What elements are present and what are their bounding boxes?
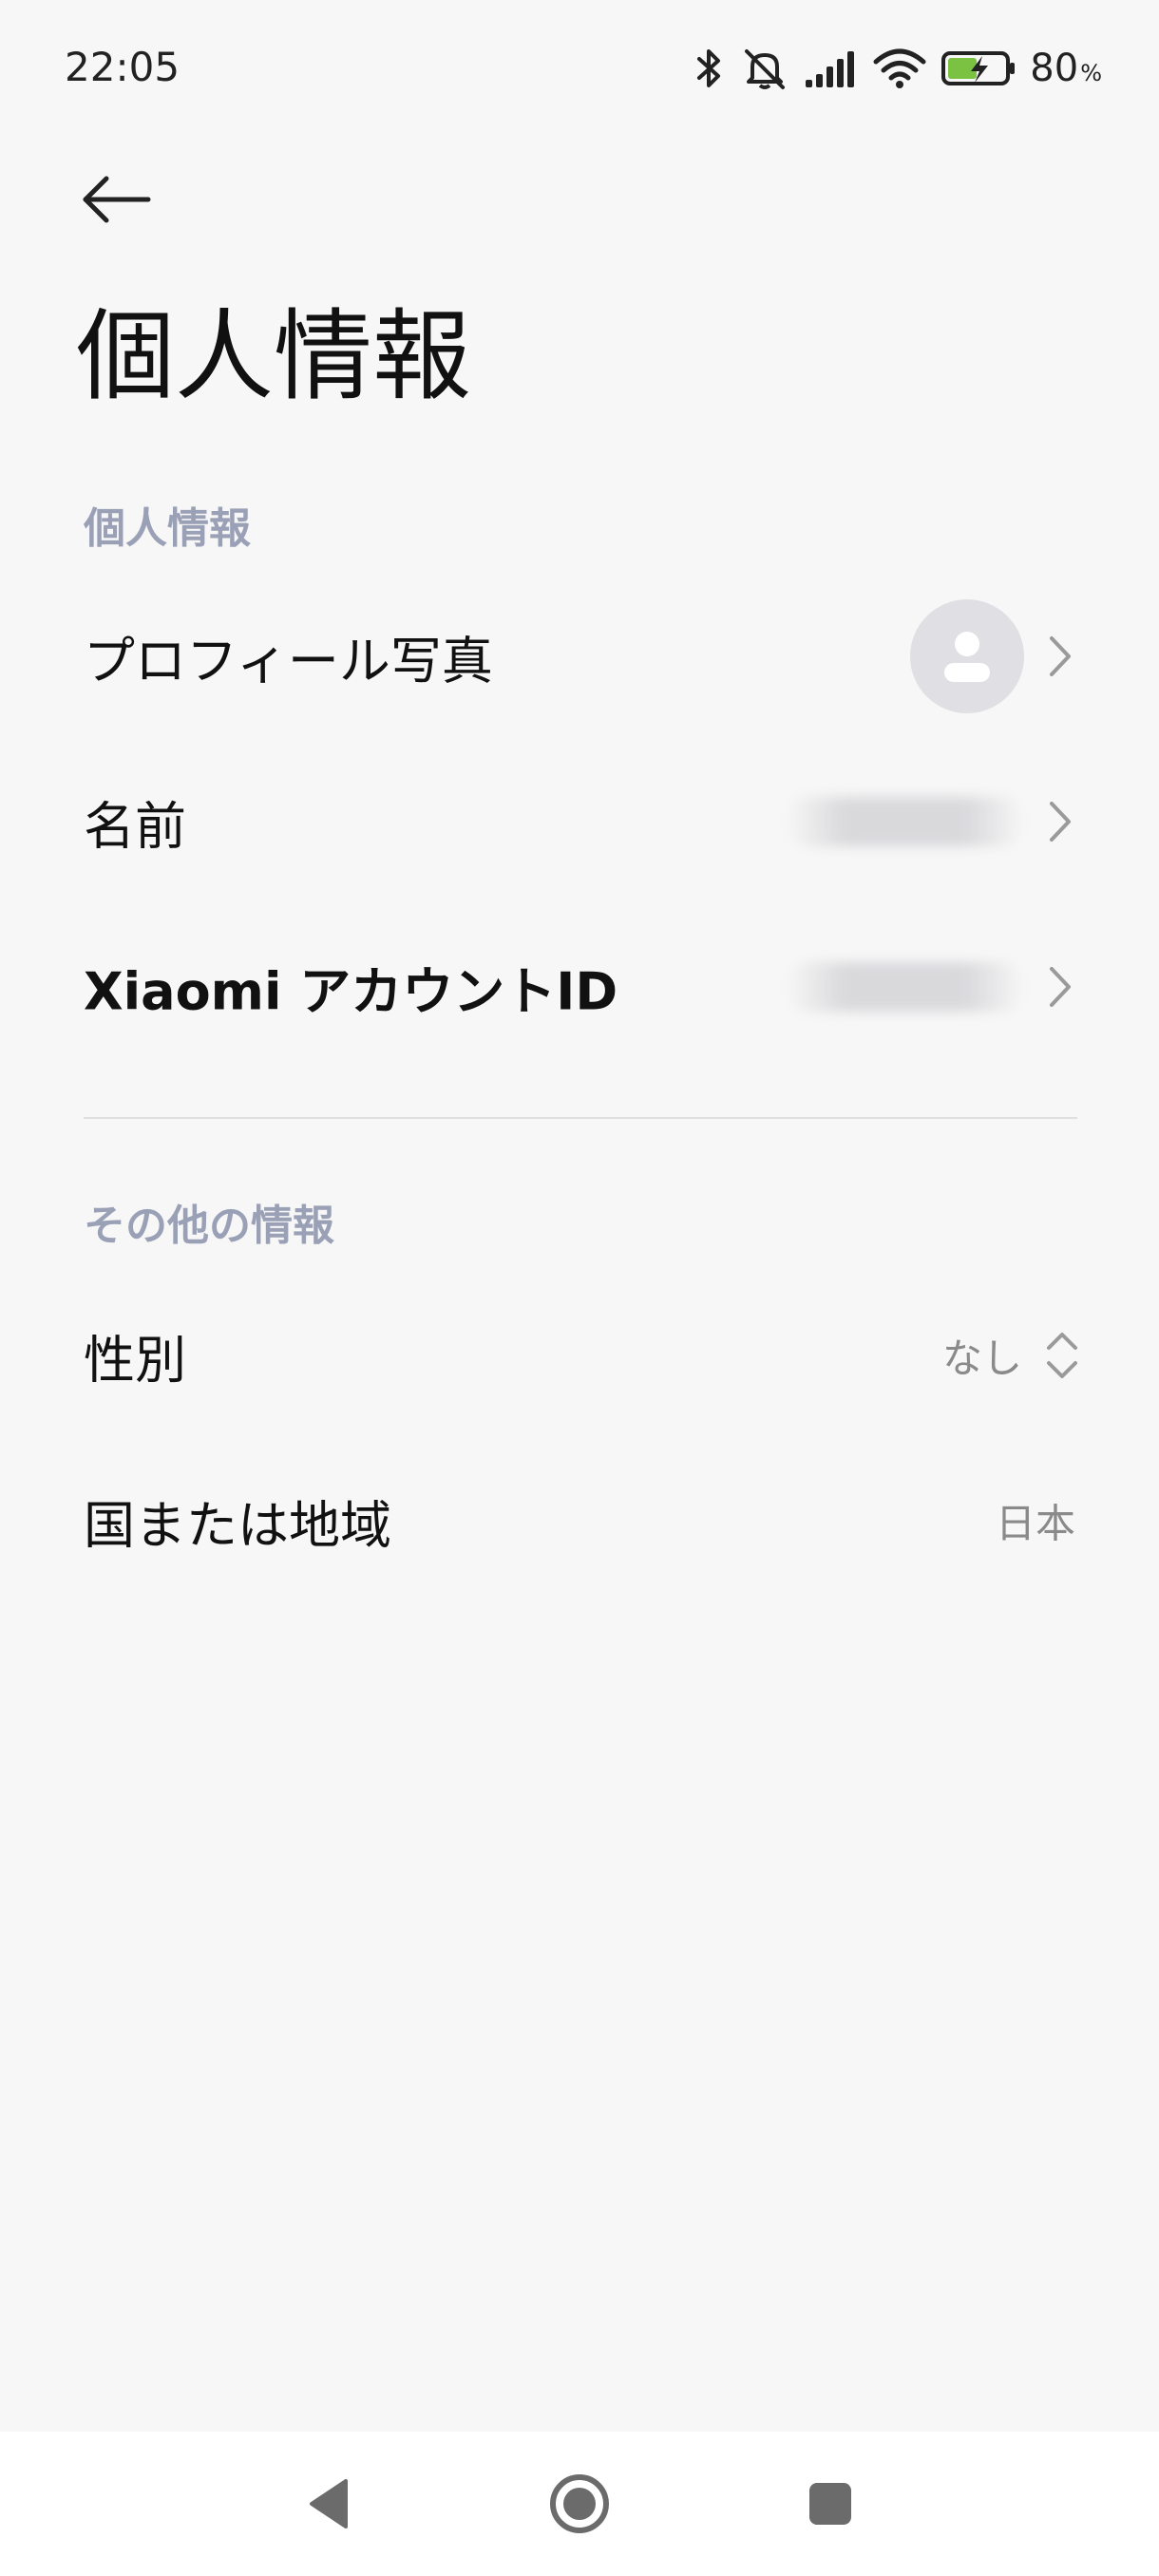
name-value-redacted bbox=[787, 797, 1024, 846]
page-title: 個人情報 bbox=[76, 298, 472, 414]
region-row[interactable]: 国または地域 日本 bbox=[0, 1438, 1159, 1603]
back-triangle-icon bbox=[310, 2479, 348, 2529]
status-icons: 80% bbox=[694, 38, 1102, 99]
navigation-bar bbox=[0, 2432, 1159, 2576]
up-down-chevron-icon bbox=[1047, 1333, 1077, 1378]
nav-recents-button[interactable] bbox=[783, 2456, 878, 2551]
muted-bell-icon bbox=[739, 46, 790, 91]
status-bar: 22:05 80 % bbox=[0, 0, 1159, 133]
nav-home-button[interactable] bbox=[532, 2456, 627, 2551]
home-circle-icon bbox=[550, 2474, 609, 2533]
profile-photo-label: プロフィール写真 bbox=[84, 631, 493, 691]
nav-back-button[interactable] bbox=[281, 2456, 376, 2551]
region-label: 国または地域 bbox=[84, 1495, 391, 1556]
region-value: 日本 bbox=[995, 1500, 1075, 1547]
gender-value: なし bbox=[941, 1335, 1022, 1382]
section-divider bbox=[84, 1117, 1077, 1119]
arrow-left-icon bbox=[83, 176, 151, 223]
chevron-right-icon bbox=[1050, 802, 1071, 842]
signal-icon bbox=[804, 47, 859, 89]
account-id-label: Xiaomi アカウントID bbox=[84, 961, 618, 1022]
avatar bbox=[910, 599, 1024, 713]
gender-row[interactable]: 性別 なし bbox=[0, 1273, 1159, 1438]
section-header-personal: 個人情報 bbox=[84, 504, 251, 553]
account-id-value-redacted bbox=[787, 962, 1024, 1012]
person-icon bbox=[944, 632, 990, 682]
battery-percent-unit: % bbox=[1080, 60, 1102, 86]
battery-percent: 80% bbox=[1030, 47, 1102, 90]
chevron-right-icon bbox=[1050, 636, 1071, 676]
battery-percent-value: 80 bbox=[1030, 47, 1079, 90]
name-row[interactable]: 名前 bbox=[0, 739, 1159, 904]
section-header-other: その他の情報 bbox=[84, 1202, 334, 1250]
gender-label: 性別 bbox=[84, 1330, 186, 1391]
name-label: 名前 bbox=[84, 796, 186, 857]
back-button[interactable] bbox=[68, 152, 163, 247]
recents-square-icon bbox=[809, 2483, 851, 2525]
status-time: 22:05 bbox=[65, 44, 180, 90]
account-id-row[interactable]: Xiaomi アカウントID bbox=[0, 904, 1159, 1070]
profile-photo-row[interactable]: プロフィール写真 bbox=[0, 574, 1159, 739]
wifi-icon bbox=[872, 47, 927, 90]
chevron-right-icon bbox=[1050, 967, 1071, 1007]
battery-charging-icon bbox=[940, 48, 1016, 88]
bluetooth-icon bbox=[694, 46, 726, 91]
